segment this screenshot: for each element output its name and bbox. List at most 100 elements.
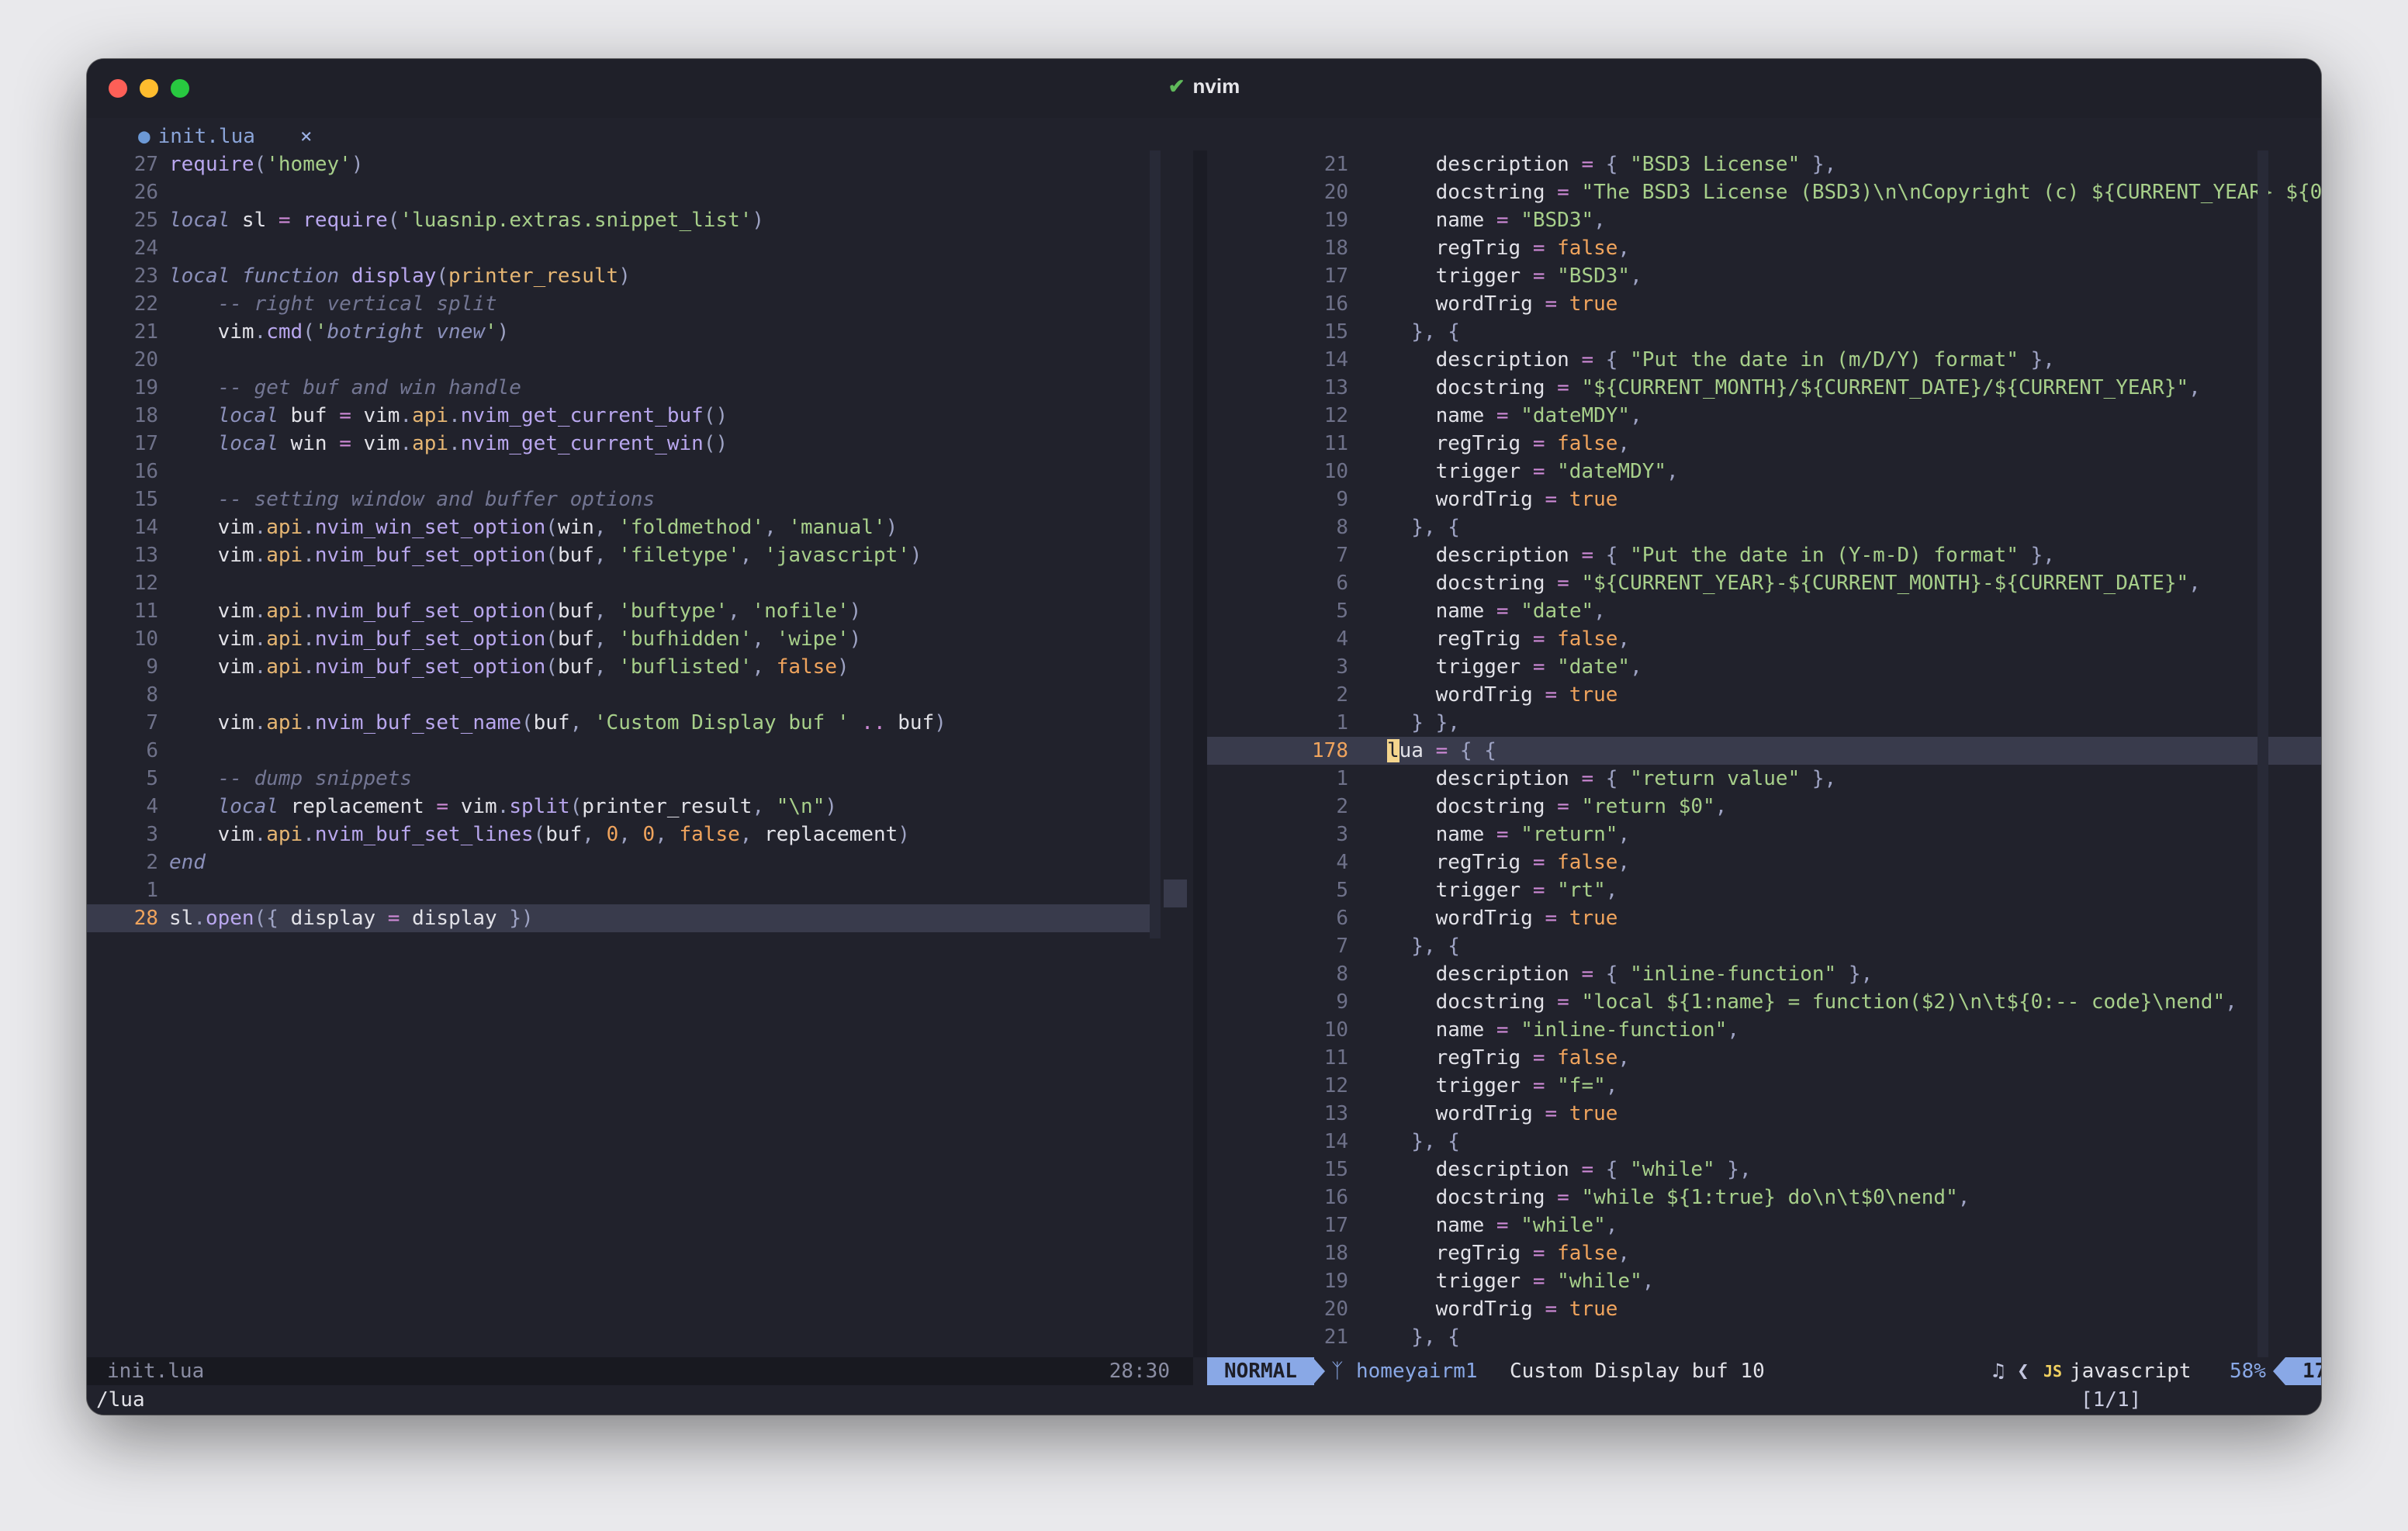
- code-line[interactable]: 15 }, {: [1207, 318, 2321, 346]
- code-line[interactable]: 12: [87, 569, 1193, 597]
- code-token: =: [1545, 292, 1558, 316]
- code-line[interactable]: 19 name = "BSD3",: [1207, 206, 2321, 234]
- line-number: 7: [1336, 544, 1348, 567]
- javascript-filetype-icon: JS: [2043, 1362, 2063, 1381]
- code-token: .: [254, 655, 267, 679]
- code-token: open: [205, 907, 254, 930]
- command-line[interactable]: /lua [1/1]: [87, 1385, 2321, 1415]
- code-line[interactable]: 3 trigger = "date",: [1207, 653, 2321, 681]
- code-line[interactable]: 17 name = "while",: [1207, 1211, 2321, 1239]
- code-line[interactable]: 10 name = "inline-function",: [1207, 1016, 2321, 1044]
- code-token: (: [545, 655, 558, 679]
- code-line[interactable]: 20: [87, 346, 1193, 374]
- code-line[interactable]: 21 description = { "BSD3 License" },: [1207, 150, 2321, 178]
- code-line[interactable]: 4 regTrig = false,: [1207, 848, 2321, 876]
- code-line[interactable]: 10 trigger = "dateMDY",: [1207, 458, 2321, 486]
- code-line[interactable]: 1 description = { "return value" },: [1207, 765, 2321, 793]
- code-line[interactable]: 11 vim.api.nvim_buf_set_option(buf, 'buf…: [87, 597, 1193, 625]
- code-line[interactable]: 15 -- setting window and buffer options: [87, 486, 1193, 513]
- code-line[interactable]: 5 trigger = "rt",: [1207, 876, 2321, 904]
- code-line[interactable]: 14 description = { "Put the date in (m/D…: [1207, 346, 2321, 374]
- code-line[interactable]: 7 description = { "Put the date in (Y-m-…: [1207, 541, 2321, 569]
- code-line[interactable]: 12 name = "dateMDY",: [1207, 402, 2321, 430]
- code-line[interactable]: 17 trigger = "BSD3",: [1207, 262, 2321, 290]
- code-line[interactable]: 13 wordTrig = true: [1207, 1100, 2321, 1128]
- code-token: .: [254, 823, 267, 846]
- right-scrollbar[interactable]: [2258, 150, 2268, 1357]
- code-line[interactable]: 18 regTrig = false,: [1207, 1239, 2321, 1267]
- code-line[interactable]: 4 regTrig = false,: [1207, 625, 2321, 653]
- code-line[interactable]: 26: [87, 178, 1193, 206]
- code-token: ,: [1957, 1186, 1970, 1209]
- code-line[interactable]: 5 -- dump snippets: [87, 765, 1193, 793]
- code-line[interactable]: 5 name = "date",: [1207, 597, 2321, 625]
- code-line[interactable]: 3 name = "return",: [1207, 821, 2321, 848]
- code-line[interactable]: 22 -- right vertical split: [87, 290, 1193, 318]
- code-line[interactable]: 8 description = { "inline-function" },: [1207, 960, 2321, 988]
- code-line[interactable]: 27 require('homey'): [87, 150, 1193, 178]
- code-line[interactable]: 2 docstring = "return $0",: [1207, 793, 2321, 821]
- vertical-split-separator[interactable]: [1193, 150, 1207, 1357]
- editor-pane-left[interactable]: 27 require('homey') 26 25 local sl = require…: [87, 150, 1193, 932]
- code-line[interactable]: 12 trigger = "f=",: [1207, 1072, 2321, 1100]
- code-line[interactable]: 16 wordTrig = true: [1207, 290, 2321, 318]
- code-line[interactable]: 2 wordTrig = true: [1207, 681, 2321, 709]
- code-token: =: [1557, 795, 1569, 818]
- code-line[interactable]: 20 docstring = "The BSD3 License (BSD3)\…: [1207, 178, 2321, 206]
- code-line[interactable]: 8: [87, 681, 1193, 709]
- code-line[interactable]: 19 -- get buf and win handle: [87, 374, 1193, 402]
- code-line[interactable]: 24: [87, 234, 1193, 262]
- code-text: local replacement = vim.split(printer_re…: [169, 793, 837, 821]
- code-token: =: [278, 209, 291, 232]
- code-line[interactable]: 1 } },: [1207, 709, 2321, 737]
- code-line[interactable]: 14 vim.api.nvim_win_set_option(win, 'fol…: [87, 513, 1193, 541]
- tab-close-icon[interactable]: ×: [300, 125, 313, 148]
- code-token: ,: [764, 516, 789, 539]
- code-line[interactable]: 14 }, {: [1207, 1128, 2321, 1156]
- tab-init-lua[interactable]: ● init.lua ×: [138, 123, 313, 150]
- text-cursor: l: [1387, 739, 1399, 762]
- code-line[interactable]: 25 local sl = require('luasnip.extras.sni…: [87, 206, 1193, 234]
- editor-pane-right[interactable]: 21 description = { "BSD3 License" }, 20 d…: [1207, 150, 2321, 1351]
- code-line[interactable]: 2 end: [87, 848, 1193, 876]
- code-token: vim: [169, 823, 254, 846]
- code-line[interactable]: 13 vim.api.nvim_buf_set_option(buf, 'fil…: [87, 541, 1193, 569]
- code-token: buf: [533, 711, 570, 734]
- code-line[interactable]: 20 wordTrig = true: [1207, 1295, 2321, 1323]
- line-number: 2: [146, 851, 158, 874]
- code-line[interactable]: 8 }, {: [1207, 513, 2321, 541]
- line-number: 10: [133, 627, 158, 651]
- code-line[interactable]: 3 vim.api.nvim_buf_set_lines(buf, 0, 0, …: [87, 821, 1193, 848]
- left-scrollbar[interactable]: [1150, 150, 1161, 938]
- code-line[interactable]: 11 regTrig = false,: [1207, 430, 2321, 458]
- code-line[interactable]: 1: [87, 876, 1193, 904]
- code-line[interactable]: 15 description = { "while" },: [1207, 1156, 2321, 1184]
- code-token: require: [303, 209, 388, 232]
- current-code-line[interactable]: 178 lua = { {: [1207, 737, 2321, 765]
- code-line[interactable]: 9 wordTrig = true: [1207, 486, 2321, 513]
- code-line[interactable]: 13 docstring = "${CURRENT_MONTH}/${CURRE…: [1207, 374, 2321, 402]
- code-line[interactable]: 7 }, {: [1207, 932, 2321, 960]
- left-scrollbar-thumb[interactable]: [1164, 880, 1187, 907]
- code-line[interactable]: 23 local function display(printer_result): [87, 262, 1193, 290]
- code-line[interactable]: 6 docstring = "${CURRENT_YEAR}-${CURRENT…: [1207, 569, 2321, 597]
- current-code-line[interactable]: 28 sl.open({ display = display }): [87, 904, 1150, 932]
- code-line[interactable]: 9 docstring = "local ${1:name} = functio…: [1207, 988, 2321, 1016]
- code-line[interactable]: 6: [87, 737, 1193, 765]
- code-line[interactable]: 21 vim.cmd('botright vnew'): [87, 318, 1193, 346]
- code-line[interactable]: 16 docstring = "while ${1:true} do\n\t$0…: [1207, 1184, 2321, 1211]
- code-text: description = { "BSD3 License" },: [1387, 150, 1837, 178]
- code-line[interactable]: 17 local win = vim.api.nvim_get_current_…: [87, 430, 1193, 458]
- code-line[interactable]: 9 vim.api.nvim_buf_set_option(buf, 'bufl…: [87, 653, 1193, 681]
- code-line[interactable]: 21 }, {: [1207, 1323, 2321, 1351]
- code-line[interactable]: 18 local buf = vim.api.nvim_get_current_…: [87, 402, 1193, 430]
- code-line[interactable]: 10 vim.api.nvim_buf_set_option(buf, 'buf…: [87, 625, 1193, 653]
- code-line[interactable]: 6 wordTrig = true: [1207, 904, 2321, 932]
- code-line[interactable]: 18 regTrig = false,: [1207, 234, 2321, 262]
- code-line[interactable]: 7 vim.api.nvim_buf_set_name(buf, 'Custom…: [87, 709, 1193, 737]
- code-token: regTrig: [1387, 237, 1533, 260]
- code-line[interactable]: 16: [87, 458, 1193, 486]
- code-line[interactable]: 19 trigger = "while",: [1207, 1267, 2321, 1295]
- code-line[interactable]: 4 local replacement = vim.split(printer_…: [87, 793, 1193, 821]
- code-line[interactable]: 11 regTrig = false,: [1207, 1044, 2321, 1072]
